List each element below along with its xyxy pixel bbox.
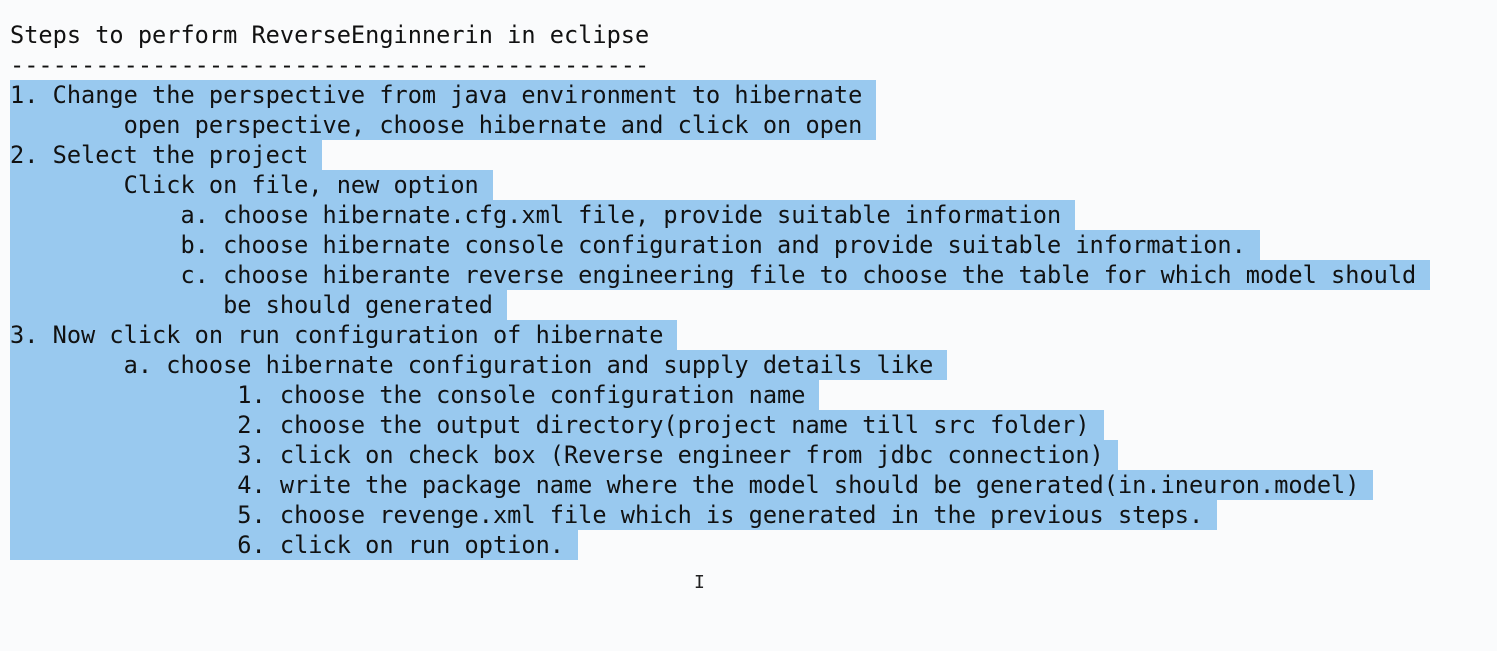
line-text: b. choose hibernate console configuratio… <box>10 230 1260 260</box>
selected-line[interactable]: Click on file, new option <box>10 170 1430 200</box>
document-title-line[interactable]: Steps to perform ReverseEnginnerin in ec… <box>10 20 1430 50</box>
line-text: 1. Change the perspective from java envi… <box>10 80 877 110</box>
separator-line[interactable]: ----------------------------------------… <box>10 50 1430 80</box>
selected-line[interactable]: 5. choose revenge.xml file which is gene… <box>10 500 1430 530</box>
selected-line[interactable]: 3. click on check box (Reverse engineer … <box>10 440 1430 470</box>
selected-line[interactable]: a. choose hibernate configuration and su… <box>10 350 1430 380</box>
document-lines: Steps to perform ReverseEnginnerin in ec… <box>10 20 1431 560</box>
separator: ----------------------------------------… <box>10 51 650 79</box>
line-text: a. choose hibernate configuration and su… <box>10 350 948 380</box>
document-title: Steps to perform ReverseEnginnerin in ec… <box>10 21 650 49</box>
line-text: open perspective, choose hibernate and c… <box>10 110 877 140</box>
line-text: 2. Select the project <box>10 140 323 170</box>
line-text: c. choose hiberante reverse engineering … <box>10 260 1431 290</box>
selected-line[interactable]: open perspective, choose hibernate and c… <box>10 110 1430 140</box>
line-text: 5. choose revenge.xml file which is gene… <box>10 500 1218 530</box>
selected-line[interactable]: c. choose hiberante reverse engineering … <box>10 260 1431 290</box>
selected-line[interactable]: 1. choose the console configuration name <box>10 380 1430 410</box>
selected-line[interactable]: 2. choose the output directory(project n… <box>10 410 1430 440</box>
selected-line[interactable]: 6. click on run option. <box>10 530 1430 560</box>
line-text: 4. write the package name where the mode… <box>10 470 1374 500</box>
text-cursor-icon: I <box>694 572 705 593</box>
selected-line[interactable]: 3. Now click on run configuration of hib… <box>10 320 1430 350</box>
line-text: 6. click on run option. <box>10 530 578 560</box>
line-text: 3. click on check box (Reverse engineer … <box>10 440 1118 470</box>
selected-line[interactable]: b. choose hibernate console configuratio… <box>10 230 1430 260</box>
line-text: 1. choose the console configuration name <box>10 380 820 410</box>
line-text: 3. Now click on run configuration of hib… <box>10 320 678 350</box>
line-text: Click on file, new option <box>10 170 493 200</box>
line-text: a. choose hibernate.cfg.xml file, provid… <box>10 200 1076 230</box>
text-editor-area[interactable]: Steps to perform ReverseEnginnerin in ec… <box>0 0 1497 651</box>
selected-line[interactable]: 4. write the package name where the mode… <box>10 470 1430 500</box>
selected-line[interactable]: 2. Select the project <box>10 140 1430 170</box>
selected-line[interactable]: be should generated <box>10 290 1430 320</box>
selected-line[interactable]: 1. Change the perspective from java envi… <box>10 80 1430 110</box>
line-text: be should generated <box>10 290 507 320</box>
line-text: 2. choose the output directory(project n… <box>10 410 1104 440</box>
selected-line[interactable]: a. choose hibernate.cfg.xml file, provid… <box>10 200 1430 230</box>
